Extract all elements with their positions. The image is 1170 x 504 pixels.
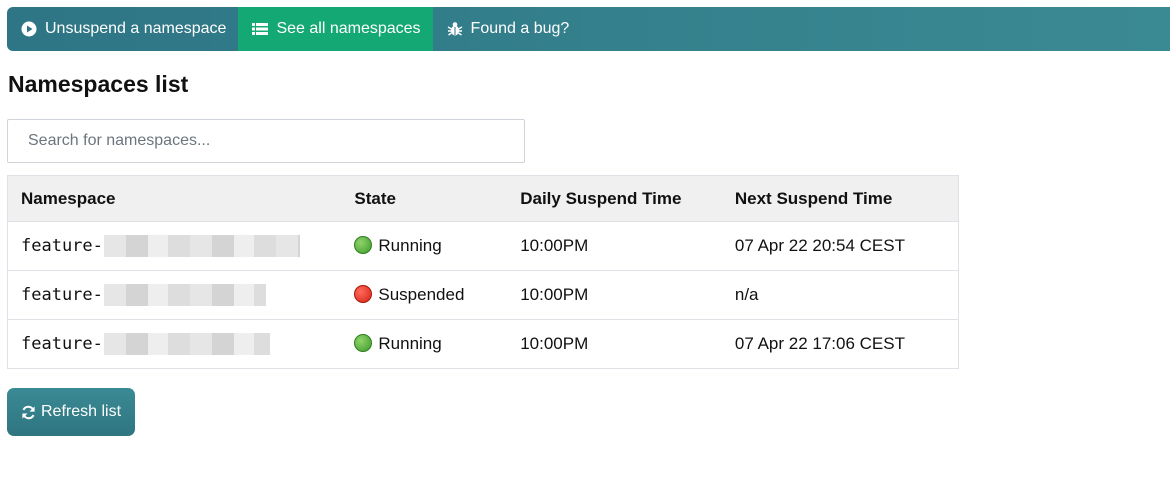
next-suspend-cell: 07 Apr 22 17:06 CEST: [721, 319, 959, 369]
top-navbar: Unsuspend a namespace See all namespaces…: [7, 7, 1170, 51]
column-header-daily-suspend-time[interactable]: Daily Suspend Time: [507, 175, 722, 222]
nav-found-a-bug[interactable]: Found a bug?: [433, 7, 582, 51]
next-suspend-cell: n/a: [721, 270, 959, 320]
state-label: Running: [378, 236, 442, 255]
state-cell: Running: [341, 319, 508, 369]
table-row[interactable]: feature- Running 10:00PM 07 Apr 22 20:54…: [7, 221, 959, 271]
play-circle-icon: [21, 21, 37, 37]
namespace-name: feature-: [21, 236, 103, 256]
next-suspend-cell: 07 Apr 22 20:54 CEST: [721, 221, 959, 271]
search-input[interactable]: [7, 119, 525, 163]
redacted-name: [103, 284, 266, 306]
daily-suspend-cell: 10:00PM: [507, 319, 722, 369]
column-header-namespace[interactable]: Namespace: [7, 175, 342, 222]
list-icon: [252, 21, 269, 37]
namespace-cell: feature-: [7, 270, 342, 320]
running-status-icon: [354, 236, 373, 254]
namespace-name: feature-: [21, 285, 103, 305]
nav-see-all-namespaces[interactable]: See all namespaces: [238, 7, 433, 51]
state-cell: Running: [341, 221, 508, 271]
namespace-name: feature-: [21, 334, 103, 354]
refresh-label: Refresh list: [40, 403, 122, 420]
state-label: Running: [378, 334, 442, 353]
nav-see-all-label: See all namespaces: [276, 20, 421, 37]
state-label: Suspended: [378, 285, 465, 304]
page-title: Namespaces list: [8, 71, 189, 97]
refresh-icon: [21, 405, 36, 420]
table-header-row: Namespace State Daily Suspend Time Next …: [7, 175, 959, 222]
redacted-name: [103, 333, 270, 355]
namespace-cell: feature-: [7, 221, 342, 271]
nav-unsuspend-namespace[interactable]: Unsuspend a namespace: [7, 7, 238, 51]
table-row[interactable]: feature- Running 10:00PM 07 Apr 22 17:06…: [7, 319, 959, 369]
suspended-status-icon: [354, 285, 373, 303]
nav-bug-label: Found a bug?: [470, 20, 570, 37]
refresh-list-button[interactable]: Refresh list: [7, 388, 135, 436]
running-status-icon: [354, 334, 373, 352]
namespaces-table: Namespace State Daily Suspend Time Next …: [7, 175, 959, 369]
table-row[interactable]: feature- Suspended 10:00PM n/a: [7, 270, 959, 320]
daily-suspend-cell: 10:00PM: [507, 221, 722, 271]
column-header-state[interactable]: State: [341, 175, 508, 222]
namespace-cell: feature-: [7, 319, 342, 369]
state-cell: Suspended: [341, 270, 508, 320]
column-header-next-suspend-time[interactable]: Next Suspend Time: [721, 175, 959, 222]
redacted-name: [103, 235, 300, 257]
nav-unsuspend-label: Unsuspend a namespace: [45, 20, 227, 37]
bug-icon: [447, 21, 463, 37]
daily-suspend-cell: 10:00PM: [507, 270, 722, 320]
